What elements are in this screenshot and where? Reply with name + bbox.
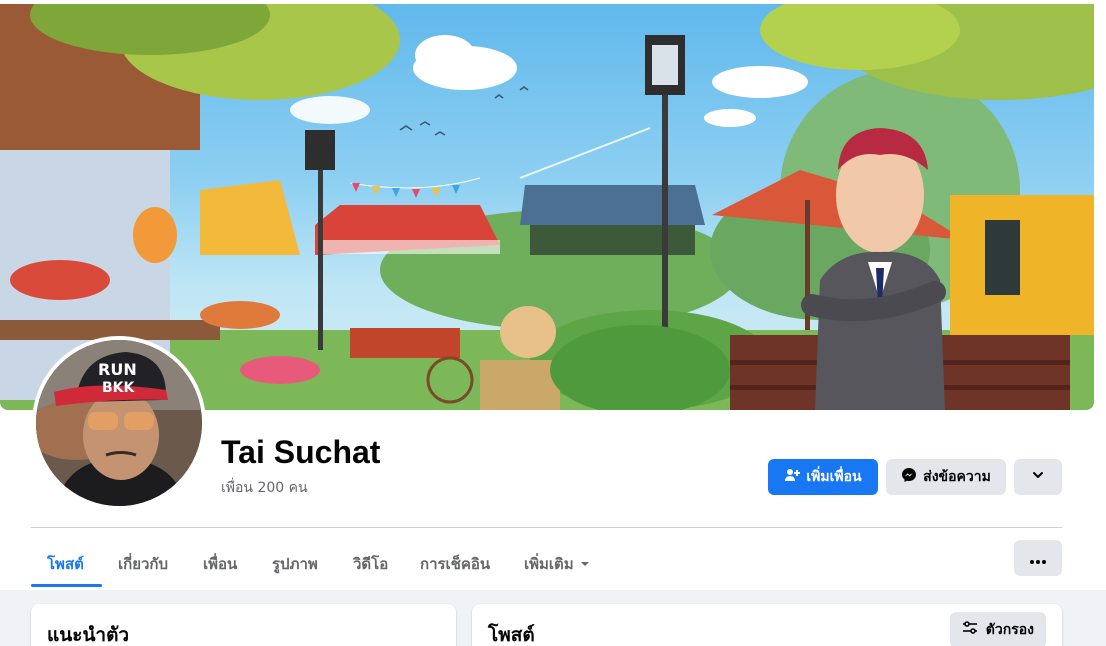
tab-more[interactable]: เพิ่มเติม: [508, 540, 606, 588]
posts-card: โพสต์ ตัวกรอง: [472, 604, 1062, 646]
add-friend-button[interactable]: เพิ่มเพื่อน: [768, 459, 878, 495]
avatar-photo: RUN BKK: [36, 340, 202, 506]
tab-label: โพสต์: [47, 555, 84, 573]
message-button[interactable]: ส่งข้อความ: [886, 459, 1006, 495]
intro-title: แนะนำตัว: [47, 624, 130, 646]
more-actions-button[interactable]: [1014, 459, 1062, 495]
chevron-down-icon: [1031, 468, 1045, 486]
filter-button[interactable]: ตัวกรอง: [949, 612, 1046, 646]
tab-about[interactable]: เกี่ยวกับ: [102, 540, 184, 588]
svg-text:BKK: BKK: [102, 380, 136, 396]
profile-name: Tai Suchat: [221, 434, 381, 470]
header-divider: [31, 527, 1062, 528]
friend-count[interactable]: เพื่อน 200 คน: [221, 477, 308, 499]
more-dots-icon: [1030, 549, 1046, 568]
message-label: ส่งข้อความ: [923, 469, 991, 485]
caret-down-icon: [580, 555, 590, 573]
tab-label: วิดีโอ: [353, 555, 389, 573]
filter-label: ตัวกรอง: [985, 622, 1034, 638]
tab-label: เพิ่มเติม: [524, 555, 574, 573]
intro-card: แนะนำตัว: [31, 604, 456, 646]
tab-label: รูปภาพ: [272, 555, 318, 573]
tab-label: เพื่อน: [203, 555, 238, 573]
tab-friends[interactable]: เพื่อน: [187, 540, 253, 588]
add-friend-icon: [784, 467, 801, 487]
tab-checkins[interactable]: การเช็คอิน: [404, 540, 506, 588]
tab-label: เกี่ยวกับ: [118, 555, 169, 573]
profile-avatar[interactable]: RUN BKK: [32, 336, 206, 510]
filter-icon: [962, 621, 978, 639]
add-friend-label: เพิ่มเพื่อน: [806, 469, 862, 485]
tab-more-options-button[interactable]: [1014, 540, 1062, 576]
tab-videos[interactable]: วิดีโอ: [337, 540, 404, 588]
active-tab-indicator: [31, 584, 102, 587]
tab-photos[interactable]: รูปภาพ: [256, 540, 334, 588]
svg-text:RUN: RUN: [98, 360, 137, 379]
top-bar-edge: [0, 0, 1106, 4]
posts-title: โพสต์: [488, 624, 535, 646]
tab-label: การเช็คอิน: [420, 555, 491, 573]
tab-posts[interactable]: โพสต์: [31, 540, 100, 588]
messenger-icon: [901, 467, 917, 487]
